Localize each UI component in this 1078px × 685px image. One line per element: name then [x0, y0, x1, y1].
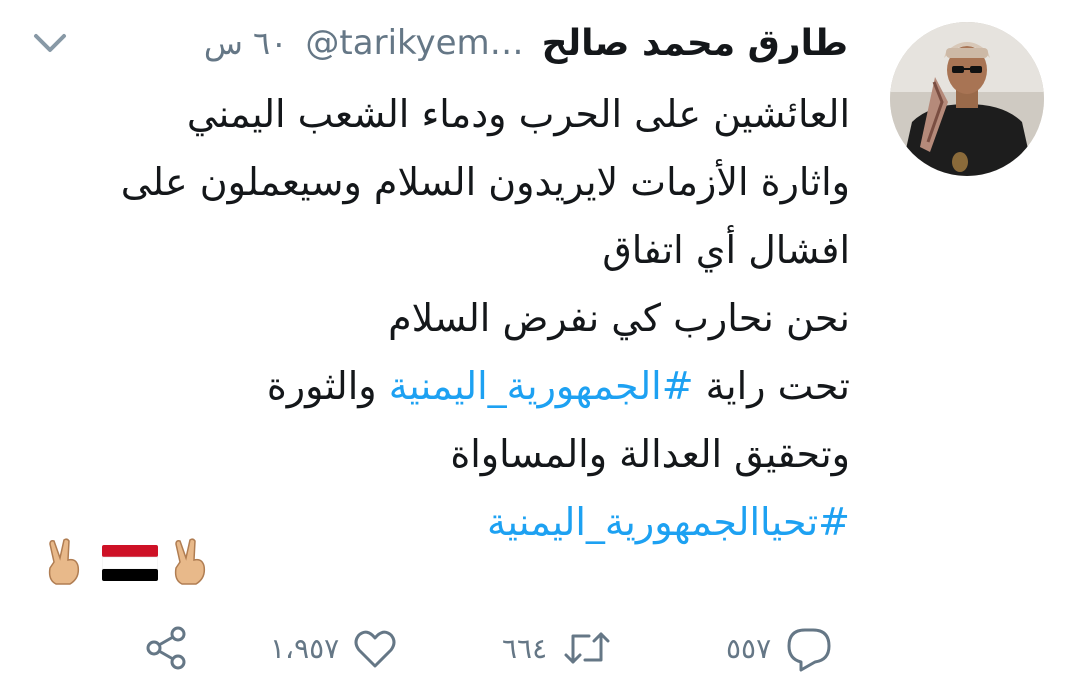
like-count: ١،٩٥٧	[270, 631, 340, 665]
line-text: والثورة	[266, 364, 389, 408]
yemen-flag-emoji	[102, 545, 158, 581]
display-name[interactable]: طارق محمد صالح	[542, 23, 848, 64]
avatar[interactable]	[890, 22, 1044, 176]
like-icon	[354, 630, 396, 668]
tweet-line: تحت راية #الجمهورية_اليمنية والثورة	[30, 352, 850, 420]
tweet-header: طارق محمد صالح @tarikyem… ٦٠ س	[204, 18, 848, 68]
reply-icon	[787, 628, 831, 672]
victory-hand-emoji	[174, 538, 206, 585]
tweet-text: العائشين على الحرب ودماء الشعب اليمني وا…	[30, 80, 850, 556]
avatar-photo	[890, 22, 1044, 176]
reply-button[interactable]: ٥٥٧	[726, 618, 835, 678]
line-text: تحت راية	[693, 364, 850, 408]
tweet-line: العائشين على الحرب ودماء الشعب اليمني	[186, 92, 850, 136]
retweet-button[interactable]: ٦٦٤	[502, 618, 615, 678]
emoji-row	[40, 538, 220, 588]
tweet-line: افشال أي اتفاق	[602, 228, 850, 272]
like-button[interactable]: ١،٩٥٧	[270, 618, 399, 678]
share-icon	[146, 626, 186, 670]
chevron-down-icon[interactable]	[30, 26, 70, 60]
tweet-line: وتحقيق العدالة والمساواة	[450, 432, 850, 476]
hashtag-link[interactable]: #تحياالجمهورية_اليمنية	[487, 500, 850, 544]
retweet-icon	[564, 632, 610, 664]
victory-hand-emoji	[48, 538, 80, 585]
share-button[interactable]	[142, 618, 190, 678]
tweet-line: نحن نحارب كي نفرض السلام	[388, 296, 850, 340]
reply-count: ٥٥٧	[726, 631, 772, 665]
tweet-line: واثارة الأزمات لايريدون السلام وسيعملون …	[120, 160, 850, 204]
hashtag-link[interactable]: #الجمهورية_اليمنية	[389, 364, 694, 408]
tweet-actions: ١،٩٥٧ ٦٦٤ ٥٥٧	[0, 618, 1078, 678]
retweet-count: ٦٦٤	[502, 631, 548, 665]
user-handle[interactable]: @tarikyem…	[305, 23, 523, 63]
timestamp[interactable]: ٦٠ س	[204, 24, 288, 62]
